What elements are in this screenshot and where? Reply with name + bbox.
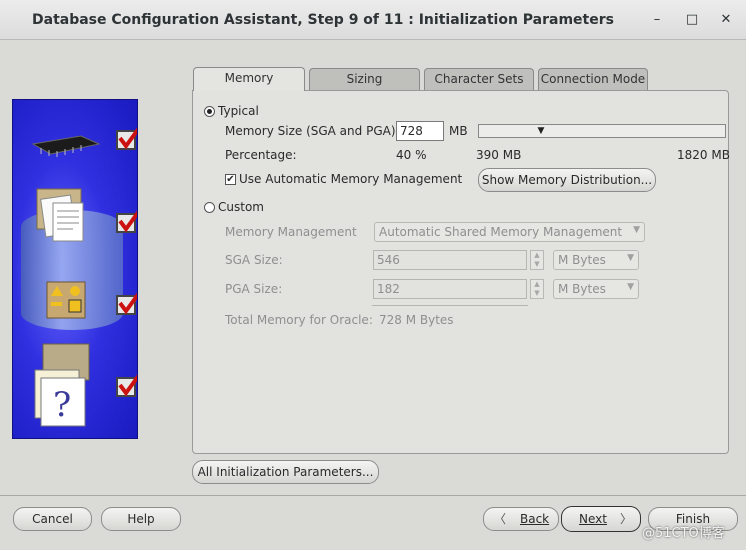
step-done-checkbox-3: [116, 292, 137, 315]
chevron-left-icon: 〈: [494, 512, 507, 526]
total-memory-value: 728 M Bytes: [379, 313, 454, 327]
typical-radio[interactable]: [204, 106, 215, 117]
help-button[interactable]: Help: [101, 507, 181, 531]
next-label: Next: [579, 512, 607, 526]
back-button[interactable]: 〈 Back: [483, 507, 559, 531]
sga-size-label: SGA Size:: [225, 253, 283, 267]
title-bar: Database Configuration Assistant, Step 9…: [0, 0, 746, 40]
slider-max-label: 1820 MB: [677, 148, 730, 162]
checkmark-icon: ✔: [226, 174, 235, 185]
total-divider: [372, 305, 528, 306]
memory-management-label: Memory Management: [225, 225, 357, 239]
shapes-icon: [46, 281, 86, 319]
slider-min-label: 390 MB: [476, 148, 522, 162]
svg-text:?: ?: [53, 385, 71, 425]
tab-panel-memory: [192, 90, 729, 454]
memory-size-label: Memory Size (SGA and PGA):: [225, 124, 400, 138]
total-memory-label: Total Memory for Oracle:: [225, 313, 373, 327]
sga-unit-select[interactable]: M Bytes ▼: [553, 250, 639, 270]
pga-size-label: PGA Size:: [225, 282, 283, 296]
step-done-checkbox-2: [116, 210, 137, 233]
pga-size-input[interactable]: 182: [373, 279, 527, 299]
wizard-illustration: ?: [12, 99, 138, 439]
help-document-icon: ?: [34, 343, 90, 427]
maximize-icon[interactable]: □: [681, 9, 703, 31]
back-label: Back: [520, 512, 550, 526]
dropdown-arrow-icon: ▼: [627, 253, 634, 263]
tab-memory[interactable]: Memory: [193, 67, 305, 91]
pga-size-spinner[interactable]: ▲ ▼: [530, 279, 544, 299]
memory-slider[interactable]: ▼: [478, 124, 726, 138]
minimize-icon[interactable]: –: [646, 9, 668, 31]
documents-icon: [36, 188, 84, 242]
custom-radio[interactable]: [204, 202, 215, 213]
sga-unit-value: M Bytes: [558, 253, 606, 267]
next-button[interactable]: Next 〉: [561, 506, 641, 532]
percentage-value: 40 %: [396, 148, 427, 162]
use-amm-checkbox[interactable]: ✔: [225, 174, 236, 185]
footer-divider: [0, 495, 746, 496]
tab-character-sets[interactable]: Character Sets: [424, 68, 534, 90]
dropdown-arrow-icon: ▼: [627, 282, 634, 292]
typical-label: Typical: [218, 104, 259, 118]
close-icon[interactable]: ✕: [715, 9, 737, 31]
memory-management-select[interactable]: Automatic Shared Memory Management ▼: [374, 222, 645, 242]
memory-size-input[interactable]: 728: [396, 121, 444, 141]
pga-unit-select[interactable]: M Bytes ▼: [553, 279, 639, 299]
tab-sizing[interactable]: Sizing: [309, 68, 420, 90]
watermark: @51CTO博客: [642, 526, 725, 541]
show-memory-distribution-button[interactable]: Show Memory Distribution...: [478, 168, 656, 192]
use-amm-label: Use Automatic Memory Management: [239, 172, 463, 186]
custom-label: Custom: [218, 200, 264, 214]
cancel-button[interactable]: Cancel: [13, 507, 92, 531]
sga-size-input[interactable]: 546: [373, 250, 527, 270]
all-initialization-parameters-button[interactable]: All Initialization Parameters...: [192, 460, 379, 484]
memory-chip-icon: [31, 135, 101, 157]
memory-size-unit: MB: [449, 124, 468, 138]
percentage-label: Percentage:: [225, 148, 297, 162]
window-title: Database Configuration Assistant, Step 9…: [32, 12, 614, 28]
chevron-right-icon: 〉: [620, 512, 633, 526]
tab-connection-mode[interactable]: Connection Mode: [538, 68, 648, 90]
slider-thumb-icon[interactable]: ▼: [534, 126, 548, 136]
step-done-checkbox-1: [116, 127, 137, 150]
pga-unit-value: M Bytes: [558, 282, 606, 296]
memory-management-value: Automatic Shared Memory Management: [379, 225, 623, 239]
dropdown-arrow-icon: ▼: [633, 225, 640, 235]
sga-size-spinner[interactable]: ▲ ▼: [530, 250, 544, 270]
step-done-checkbox-4: [116, 374, 137, 397]
